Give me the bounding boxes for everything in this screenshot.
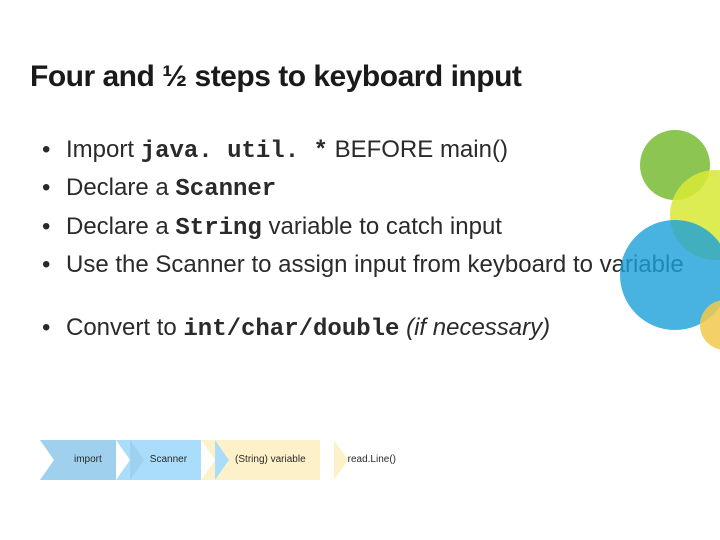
step-label: Scanner xyxy=(150,454,187,465)
bullet-text-italic: (if necessary) xyxy=(399,314,550,341)
bullet-text: Import xyxy=(66,136,141,163)
bullet-list-extra: Convert to int/char/double (if necessary… xyxy=(30,312,690,346)
step-label: read.Line() xyxy=(348,454,396,465)
list-item: Declare a String variable to catch input xyxy=(42,211,690,245)
slide-title: Four and ½ steps to keyboard input xyxy=(30,60,690,94)
list-item: Convert to int/char/double (if necessary… xyxy=(42,312,690,346)
step-chevrons: import Scanner (String) variable read.Li… xyxy=(40,440,410,480)
bullet-text: Use the Scanner to assign input from key… xyxy=(66,251,684,278)
circle-icon xyxy=(700,300,720,350)
code-text: int/char/double xyxy=(183,316,399,343)
list-item: Declare a Scanner xyxy=(42,172,690,206)
step-label: import xyxy=(74,454,102,465)
bullet-text: Declare a xyxy=(66,174,175,201)
bullet-text: variable to catch input xyxy=(262,213,502,240)
step-label: (String) variable xyxy=(235,454,306,465)
list-item: Import java. util. * BEFORE main() xyxy=(42,134,690,168)
bullet-text: BEFORE main() xyxy=(328,136,508,163)
bullet-text: Declare a xyxy=(66,213,175,240)
code-text: Scanner xyxy=(175,176,276,203)
bullet-text: Convert to xyxy=(66,314,183,341)
code-text: java. util. * xyxy=(141,138,328,165)
bullet-list: Import java. util. * BEFORE main() Decla… xyxy=(30,134,690,282)
list-item: Use the Scanner to assign input from key… xyxy=(42,249,690,281)
slide: Four and ½ steps to keyboard input Impor… xyxy=(0,0,720,540)
code-text: String xyxy=(175,215,261,242)
